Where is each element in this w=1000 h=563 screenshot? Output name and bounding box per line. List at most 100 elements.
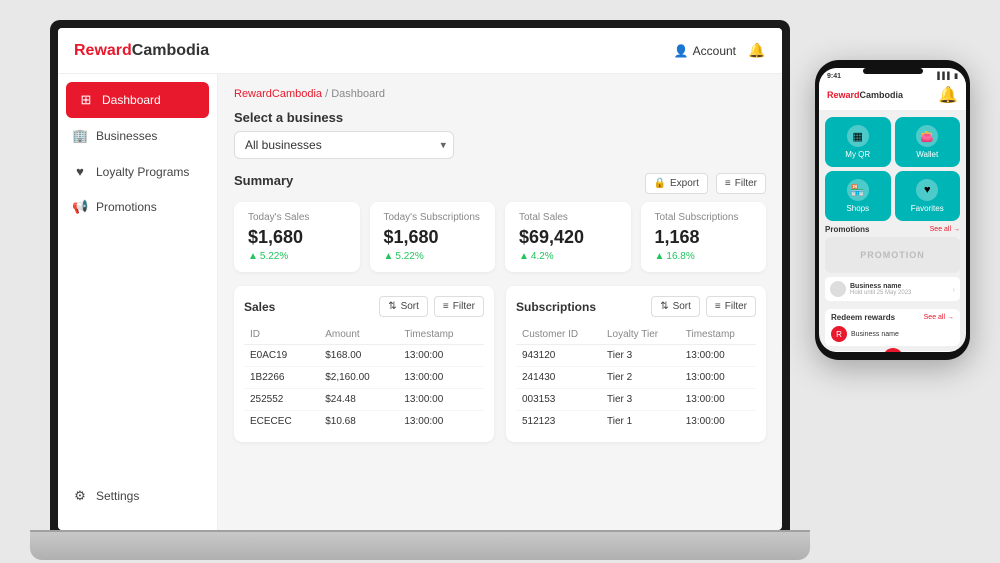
sort-icon: ⇅ [388,301,396,312]
table-row: 003153Tier 313:00:00 [516,389,756,411]
card-value-2: $69,420 [519,227,617,248]
subs-table-actions: ⇅ Sort ≡ Filter [651,296,756,317]
sales-col-timestamp: Timestamp [398,325,484,345]
table-row: 512123Tier 113:00:00 [516,411,756,433]
export-button[interactable]: 🔒 Export [645,173,708,194]
phone-bottom-nav: ⌂ Home ◫ Wallet ⊙ Scan ⊞ Shops ••• Mor [819,350,966,352]
card-value-1: $1,680 [384,227,482,248]
promo-avatar [830,281,846,297]
subs-filter-button[interactable]: ≡ Filter [706,296,756,317]
subs-sort-button[interactable]: ⇅ Sort [651,296,700,317]
myqr-icon: ▦ [847,125,869,147]
phone-redeem-section: Redeem rewards See all → R Business name [825,309,960,346]
notification-bell[interactable]: 🔔 [748,42,766,60]
sidebar-item-dashboard[interactable]: ⊞ Dashboard [66,82,209,118]
subs-sort-icon: ⇅ [660,301,668,312]
phone-btn-myqr-label: My QR [845,150,870,159]
phone-btn-favorites-label: Favorites [911,204,944,213]
sales-sort-label: Sort [401,301,419,312]
subs-col-timestamp: Timestamp [680,325,756,345]
breadcrumb-root[interactable]: RewardCambodia [234,88,322,100]
phone-btn-shops[interactable]: 🏪 Shops [825,171,891,221]
settings-icon: ⚙ [72,488,88,504]
promo-arrow-icon: › [952,285,955,294]
sales-table-header: Sales ⇅ Sort ≡ Filter [244,296,484,317]
summary-cards: Today's Sales $1,680 ▲ 5.22% Today's Sub… [234,202,766,272]
phone-promotions-see-all[interactable]: See all → [930,226,960,233]
topbar-right: 👤 Account 🔔 [674,42,766,60]
account-button[interactable]: 👤 Account [674,44,736,58]
up-arrow-icon-0: ▲ [248,251,258,262]
card-change-2: ▲ 4.2% [519,251,617,262]
businesses-icon: 🏢 [72,128,88,144]
sales-filter-icon: ≡ [443,301,449,312]
card-label-0: Today's Sales [248,212,346,223]
battery-icon: ▮ [954,72,958,80]
card-label-2: Total Sales [519,212,617,223]
phone-redeem-see-all[interactable]: See all → [924,314,954,321]
account-label: Account [693,44,736,58]
phone: 9:41 ▌▌▌ ▮ RewardCambodia 🔔 ▦ My QR 👛 [815,60,970,360]
phone-logo-cambodia: Cambodia [860,90,904,100]
sidebar-item-settings[interactable]: ⚙ Settings [58,478,217,514]
phone-promo-item: Business name Hold until 25 May 2023 › [825,277,960,301]
laptop-screen: RewardCambodia 👤 Account 🔔 [58,28,782,530]
sales-sort-button[interactable]: ⇅ Sort [379,296,428,317]
card-todays-sales: Today's Sales $1,680 ▲ 5.22% [234,202,360,272]
promo-banner: PROMOTION [825,237,960,273]
sidebar-label-dashboard: Dashboard [102,93,161,107]
phone-logo-reward: Reward [827,90,860,100]
promo-name: Business name [850,283,948,290]
phone-btn-wallet[interactable]: 👛 Wallet [895,117,961,167]
up-arrow-icon-1: ▲ [384,251,394,262]
card-total-subs: Total Subscriptions 1,168 ▲ 16.8% [641,202,767,272]
laptop-screen-outer: RewardCambodia 👤 Account 🔔 [50,20,790,530]
card-total-sales: Total Sales $69,420 ▲ 4.2% [505,202,631,272]
sales-filter-button[interactable]: ≡ Filter [434,296,484,317]
phone-btn-myqr[interactable]: ▦ My QR [825,117,891,167]
card-label-1: Today's Subscriptions [384,212,482,223]
favorites-icon: ♥ [916,179,938,201]
filter-icon: ≡ [725,178,731,189]
summary-actions: 🔒 Export ≡ Filter [645,173,766,194]
app-logo: RewardCambodia [74,42,209,60]
phone-time: 9:41 [827,73,841,80]
signal-icon: ▌▌▌ [937,73,952,80]
subs-table-title: Subscriptions [516,300,596,314]
sidebar-item-promotions[interactable]: 📢 Promotions [58,189,217,225]
sidebar-label-settings: Settings [96,489,139,503]
logo-reward: Reward [74,42,132,59]
sidebar-item-loyalty[interactable]: ♥ Loyalty Programs [58,154,217,189]
dashboard-icon: ⊞ [78,92,94,108]
promotions-icon: 📢 [72,199,88,215]
phone-grid: ▦ My QR 👛 Wallet 🏪 Shops ♥ Favorites [819,111,966,225]
sales-table-title: Sales [244,300,275,314]
phone-notch [863,68,923,74]
business-select-label: Select a business [234,110,766,125]
phone-logo: RewardCambodia [827,90,903,100]
topbar: RewardCambodia 👤 Account 🔔 [58,28,782,74]
sales-table: ID Amount Timestamp E0AC19$168.0013:00:0… [244,325,484,432]
phone-bell-icon[interactable]: 🔔 [938,85,958,105]
sidebar-item-businesses[interactable]: 🏢 Businesses [58,118,217,154]
summary-header: Summary 🔒 Export ≡ Filter [234,173,766,194]
filter-label: Filter [735,178,757,189]
laptop-body [30,532,810,560]
scan-nav-icon: ⊙ [883,348,903,352]
subs-filter-icon: ≡ [715,301,721,312]
phone-btn-favorites[interactable]: ♥ Favorites [895,171,961,221]
main-content: RewardCambodia / Dashboard Select a busi… [218,74,782,530]
promo-text: Business name Hold until 25 May 2023 [850,283,948,296]
card-todays-subs: Today's Subscriptions $1,680 ▲ 5.22% [370,202,496,272]
account-icon: 👤 [674,44,689,58]
lock-icon: 🔒 [654,178,666,189]
table-row: ECECEC$10.6813:00:00 [244,411,484,433]
business-select-input[interactable]: All businesses [234,131,454,159]
sales-table-actions: ⇅ Sort ≡ Filter [379,296,484,317]
phone-status-right: ▌▌▌ ▮ [937,72,958,80]
shops-icon: 🏪 [847,179,869,201]
export-label: Export [670,178,699,189]
sales-table-section: Sales ⇅ Sort ≡ Filter [234,286,494,442]
phone-btn-wallet-label: Wallet [916,150,938,159]
filter-button[interactable]: ≡ Filter [716,173,766,194]
